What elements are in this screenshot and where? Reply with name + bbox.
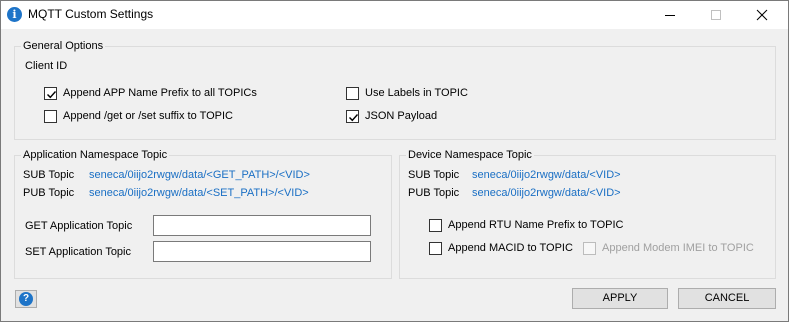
get-application-topic-input[interactable] xyxy=(153,215,371,236)
app-sub-topic-label: SUB Topic xyxy=(23,169,75,181)
get-application-topic-label: GET Application Topic xyxy=(25,220,133,232)
minimize-button[interactable] xyxy=(647,1,693,29)
append-get-set-suffix-label: Append /get or /set suffix to TOPIC xyxy=(63,110,233,122)
append-app-prefix-checkbox[interactable] xyxy=(44,87,57,100)
append-macid-checkbox[interactable] xyxy=(429,242,442,255)
json-payload-checkbox[interactable] xyxy=(346,110,359,123)
client-id-label: Client ID xyxy=(25,60,68,72)
close-icon xyxy=(756,9,768,21)
mqtt-settings-window: i MQTT Custom Settings General Options C… xyxy=(0,0,789,322)
help-button[interactable]: ? xyxy=(15,290,37,308)
close-button[interactable] xyxy=(739,1,785,29)
minimize-icon xyxy=(665,15,675,16)
use-labels-checkbox[interactable] xyxy=(346,87,359,100)
group-label: General Options xyxy=(21,40,106,52)
dev-sub-topic-value: seneca/0iijo2rwgw/data/<VID> xyxy=(472,169,621,181)
title-bar: i MQTT Custom Settings xyxy=(1,1,788,29)
dev-pub-topic-value: seneca/0iijo2rwgw/data/<VID> xyxy=(472,187,621,199)
cancel-button[interactable]: CANCEL xyxy=(678,288,776,309)
app-pub-topic-label: PUB Topic xyxy=(23,187,75,199)
dev-pub-topic-label: PUB Topic xyxy=(408,187,460,199)
dev-sub-topic-label: SUB Topic xyxy=(408,169,460,181)
group-label: Application Namespace Topic xyxy=(21,149,170,161)
group-label: Device Namespace Topic xyxy=(406,149,534,161)
set-application-topic-label: SET Application Topic xyxy=(25,246,131,258)
set-application-topic-input[interactable] xyxy=(153,241,371,262)
info-icon: i xyxy=(7,7,22,22)
append-rtu-prefix-label: Append RTU Name Prefix to TOPIC xyxy=(448,219,624,231)
help-icon: ? xyxy=(19,292,33,306)
append-rtu-prefix-checkbox[interactable] xyxy=(429,219,442,232)
json-payload-label: JSON Payload xyxy=(365,110,438,122)
maximize-button xyxy=(693,1,739,29)
app-pub-topic-value: seneca/0iijo2rwgw/data/<SET_PATH>/<VID> xyxy=(89,187,309,199)
checkmark-icon xyxy=(349,114,359,122)
append-imei-label: Append Modem IMEI to TOPIC xyxy=(602,242,754,254)
append-app-prefix-label: Append APP Name Prefix to all TOPICs xyxy=(63,87,257,99)
app-sub-topic-value: seneca/0iijo2rwgw/data/<GET_PATH>/<VID> xyxy=(89,169,310,181)
maximize-icon xyxy=(711,10,721,20)
use-labels-label: Use Labels in TOPIC xyxy=(365,87,468,99)
apply-button[interactable]: APPLY xyxy=(572,288,668,309)
append-macid-label: Append MACID to TOPIC xyxy=(448,242,573,254)
checkmark-icon xyxy=(47,91,57,99)
append-get-set-suffix-checkbox[interactable] xyxy=(44,110,57,123)
append-imei-checkbox xyxy=(583,242,596,255)
window-title: MQTT Custom Settings xyxy=(28,7,154,21)
